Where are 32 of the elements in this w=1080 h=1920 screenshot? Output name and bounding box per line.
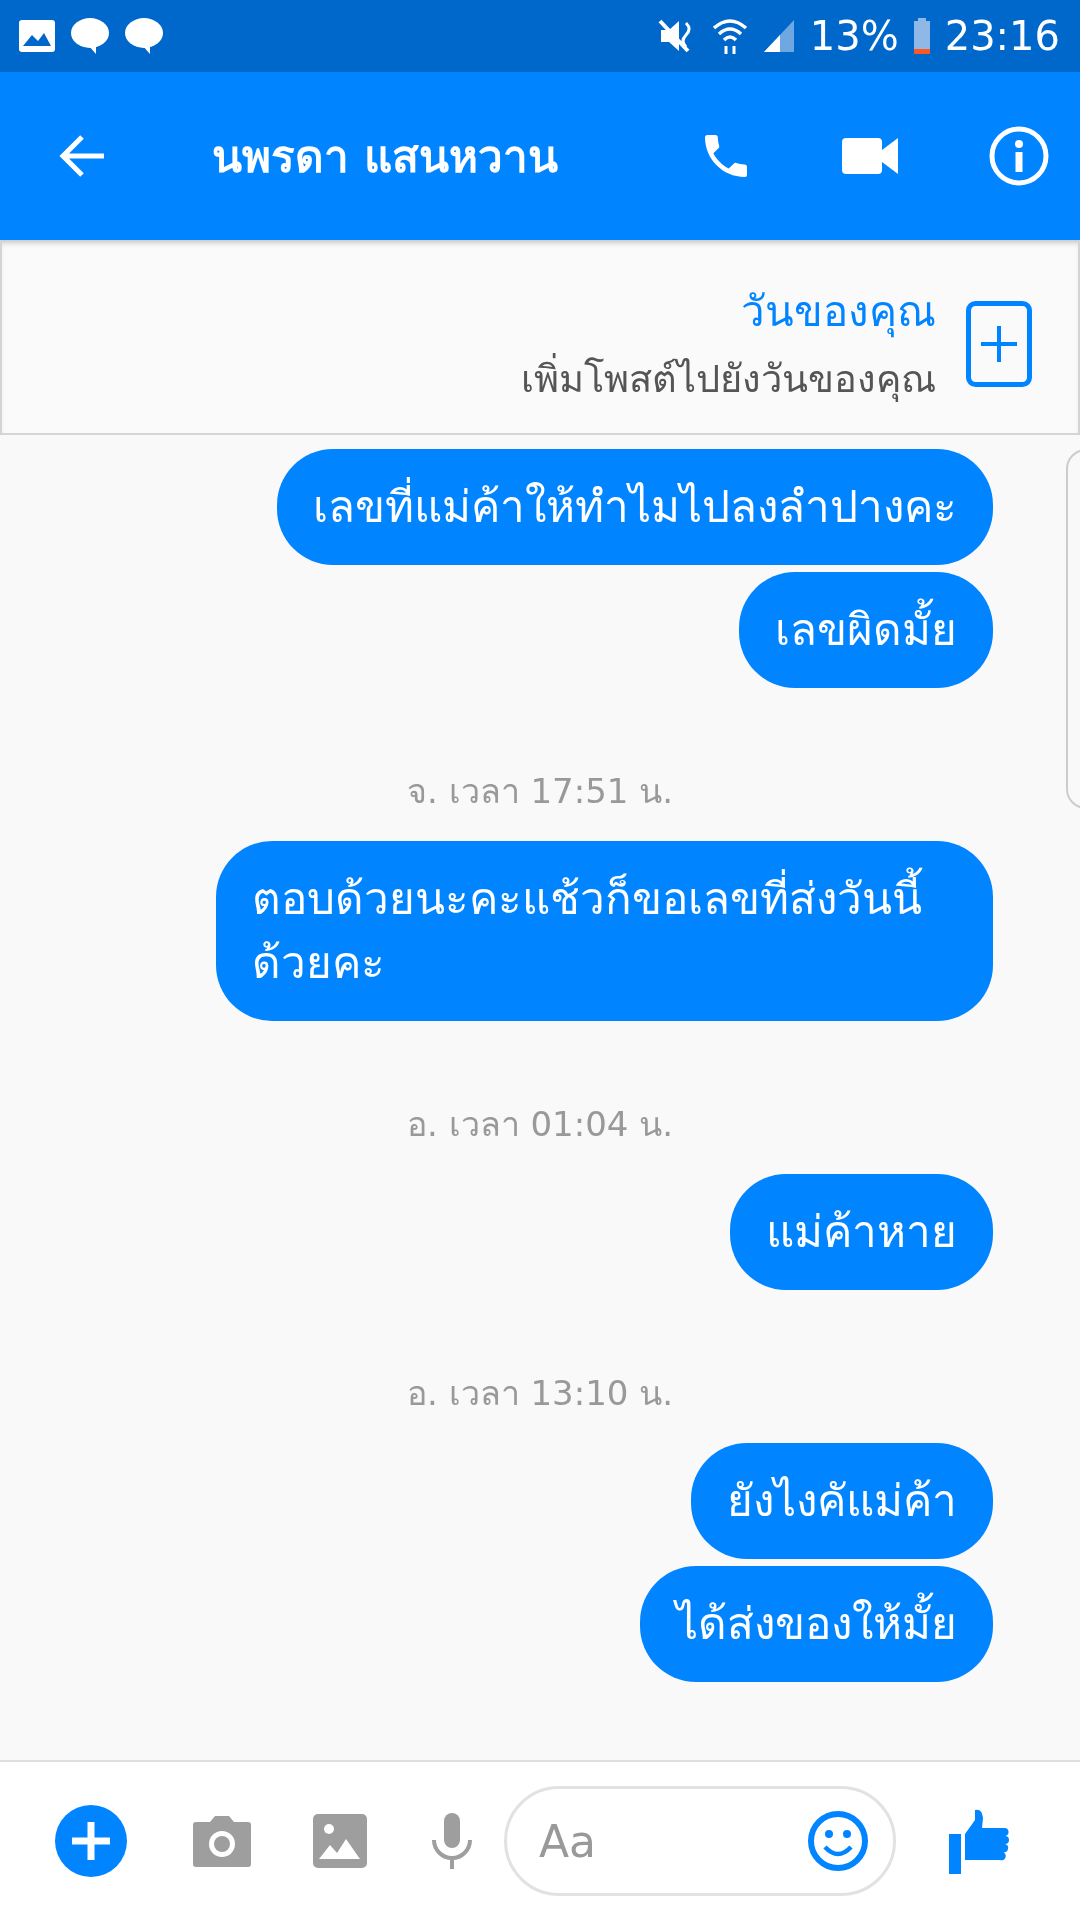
chat-bubble-icon [124,17,164,55]
add-story-icon[interactable] [966,300,1032,387]
message-bubble: ได้ส่งของให้มั้ย [640,1566,993,1682]
image-icon[interactable] [312,1813,368,1869]
add-icon[interactable] [54,1804,128,1878]
gallery-icon [18,19,56,53]
contact-name[interactable]: นพรดา แสนหวาน [212,121,610,191]
clock: 23:16 [944,13,1060,59]
wifi-icon [711,16,748,56]
battery-icon [912,18,931,54]
story-banner[interactable]: วันของคุณ เพิ่มโพสต์ไปยังวันของคุณ [0,240,1080,435]
info-icon[interactable] [988,125,1050,187]
message-bubble: แม่ค้าหาย [730,1174,993,1290]
story-title: วันของคุณ [741,286,936,340]
message-bubble: ยังไงคัแม่ค้า [691,1443,993,1559]
camera-icon[interactable] [192,1814,252,1868]
battery-percent: 13% [809,13,899,59]
message-bubble: เลขผิดมั้ย [739,572,993,688]
signal-icon [761,18,796,54]
message-input-field[interactable]: Aa [504,1786,896,1896]
message-bubble: ตอบด้วยนะคะแช้วก็ขอเลขที่ส่งวันนี้ด้วยคะ [216,841,993,1021]
microphone-icon[interactable] [430,1812,474,1870]
video-camera-icon[interactable] [842,136,900,176]
message-bubble: เลขที่แม่ค้าให้ทำไมไปลงลำปางคะ [277,449,993,565]
timestamp: อ. เวลา 13:10 น. [407,1372,673,1415]
thumbs-up-icon[interactable] [948,1808,1010,1874]
timestamp: อ. เวลา 01:04 น. [407,1103,673,1146]
emoji-icon[interactable] [807,1810,869,1872]
back-arrow-icon[interactable] [58,134,106,178]
chat-bubble-icon [70,17,110,55]
story-subtitle: เพิ่มโพสต์ไปยังวันของคุณ [521,348,936,409]
timestamp: จ. เวลา 17:51 น. [407,770,673,813]
